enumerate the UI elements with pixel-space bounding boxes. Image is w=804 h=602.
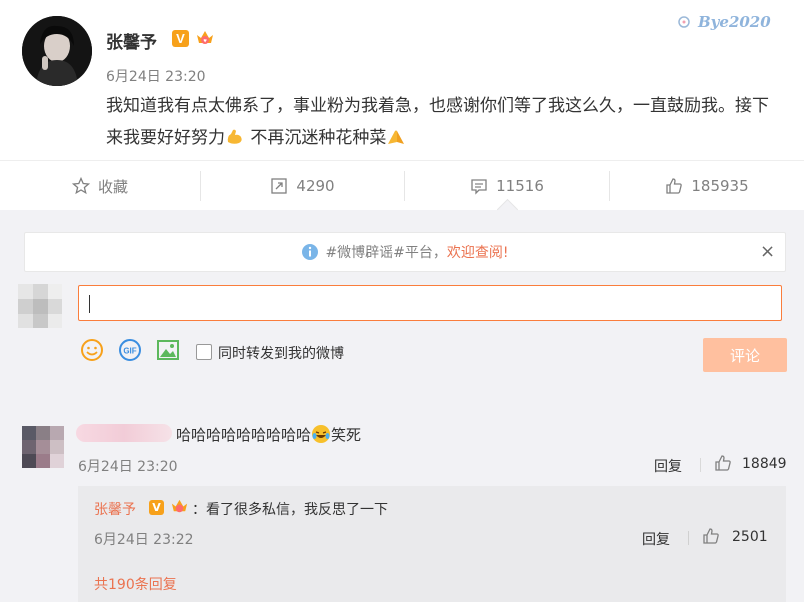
- comment-input[interactable]: [78, 285, 782, 321]
- comment-text-main: 哈哈哈哈哈哈哈哈哈: [176, 426, 312, 444]
- post-text-tail: 不再沉迷种花种菜: [245, 128, 387, 148]
- notice-text[interactable]: #微博辟谣#平台，: [325, 242, 446, 262]
- commenter-avatar[interactable]: [22, 426, 64, 468]
- like-button[interactable]: 185935: [610, 161, 804, 211]
- repost-icon: [271, 178, 288, 194]
- folded-hands-icon: [386, 126, 406, 146]
- post-author-name[interactable]: 张馨予: [106, 28, 157, 53]
- verified-badge-icon: V: [149, 500, 164, 515]
- more-replies-link[interactable]: 共190条回复: [94, 574, 177, 594]
- thumbs-up-icon[interactable]: [702, 527, 720, 545]
- repost-checkbox[interactable]: [196, 344, 212, 360]
- reply-action-divider: [688, 531, 689, 545]
- comment-count: 11516: [496, 177, 544, 195]
- verified-badge-icon: V: [172, 30, 189, 47]
- close-icon[interactable]: ×: [760, 241, 775, 262]
- laughing-tears-icon: [311, 424, 331, 444]
- gif-icon[interactable]: GIF: [118, 338, 142, 362]
- reply-text: ：看了很多私信，我反思了一下: [192, 502, 388, 518]
- vip-crown-icon: [170, 497, 189, 516]
- reply-author-name[interactable]: 张馨予: [94, 499, 136, 519]
- post-text-main: 我知道我有点太佛系了，事业粉为我着急，也感谢你们等了我这么久，一直鼓励我。接下来…: [106, 96, 769, 148]
- emoji-icon[interactable]: [80, 338, 104, 362]
- comment-icon: [471, 179, 487, 195]
- post-body: 我知道我有点太佛系了，事业粉为我着急，也感谢你们等了我这么久，一直鼓励我。接下来…: [106, 90, 782, 154]
- info-icon: [302, 244, 319, 260]
- flexed-biceps-icon: [225, 126, 245, 146]
- gif-icon-label: GIF: [123, 347, 136, 356]
- commenter-name-blurred[interactable]: [76, 424, 172, 442]
- rumor-notice-bar: #微博辟谣#平台， 欢迎查阅!: [24, 232, 786, 272]
- watermark-logo: Bye2020: [676, 8, 796, 34]
- author-avatar[interactable]: [22, 16, 92, 86]
- svg-text:♥: ♥: [203, 39, 207, 45]
- current-user-avatar[interactable]: [18, 284, 62, 328]
- favorite-button[interactable]: 收藏: [0, 161, 200, 211]
- reply-reply-button[interactable]: 回复: [642, 529, 670, 549]
- post-action-bar: 收藏 4290 11516 185935: [0, 160, 804, 211]
- image-icon[interactable]: [156, 338, 180, 362]
- thumbs-up-icon: [666, 178, 683, 194]
- repost-count: 4290: [296, 177, 335, 195]
- repost-button[interactable]: 4290: [201, 161, 404, 211]
- reply-like-count[interactable]: 2501: [732, 529, 768, 545]
- comment-timestamp: 6月24日 23:20: [78, 459, 178, 475]
- submit-comment-button[interactable]: 评论: [703, 338, 787, 372]
- repost-checkbox-label[interactable]: 同时转发到我的微博: [218, 343, 344, 363]
- notice-link[interactable]: 欢迎查阅!: [447, 242, 509, 262]
- text-cursor: [89, 295, 90, 313]
- comment-text-suffix: 笑死: [331, 426, 362, 444]
- watermark-text: Bye2020: [697, 13, 771, 31]
- thumbs-up-icon[interactable]: [714, 454, 732, 472]
- vip-crown-icon: ♥: [195, 28, 215, 48]
- comment-reply-button[interactable]: 回复: [654, 456, 682, 476]
- like-count: 185935: [691, 177, 749, 195]
- comment-text: 哈哈哈哈哈哈哈哈哈 笑死: [176, 424, 361, 445]
- star-icon: [71, 177, 90, 195]
- reply-timestamp: 6月24日 23:22: [94, 532, 194, 548]
- comment-action-divider: [700, 458, 701, 472]
- comment-like-count[interactable]: 18849: [742, 456, 787, 472]
- post-timestamp[interactable]: 6月24日 23:20: [106, 66, 206, 86]
- favorite-label: 收藏: [97, 177, 128, 196]
